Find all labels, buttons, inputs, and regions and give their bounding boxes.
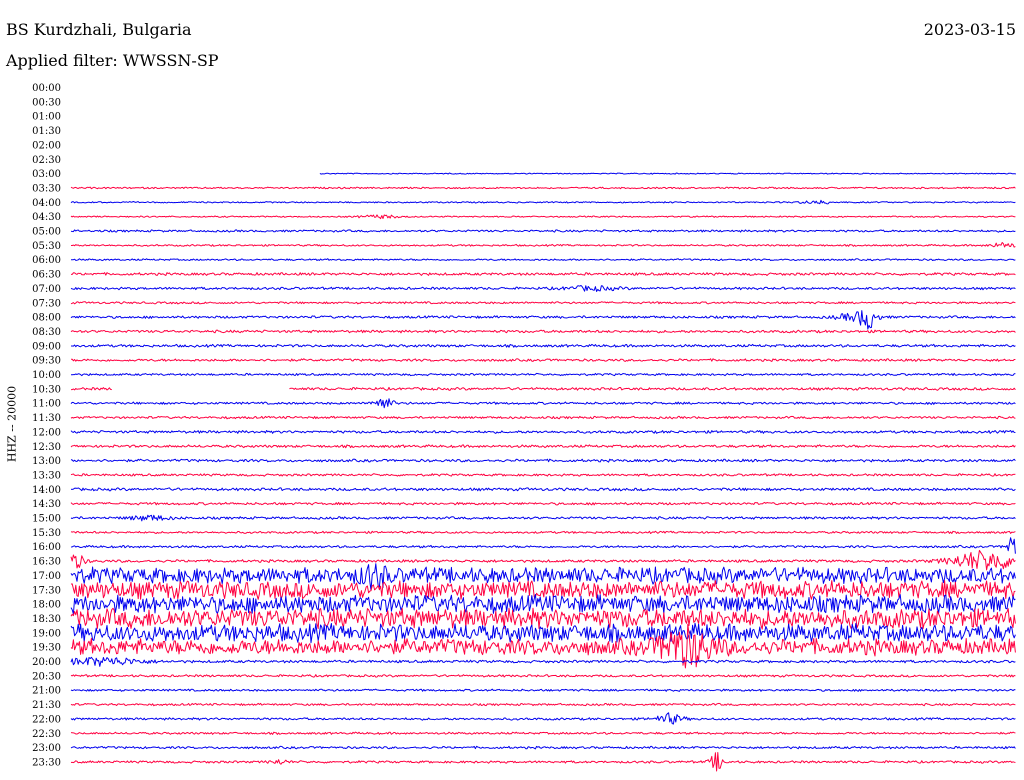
trace-0700 xyxy=(70,285,1016,292)
time-tick-1430: 14:30 xyxy=(32,499,61,510)
time-tick-2200: 22:00 xyxy=(32,714,61,725)
trace-0530 xyxy=(71,242,1016,248)
time-tick-1030: 10:30 xyxy=(32,384,61,395)
trace-0330 xyxy=(70,186,1016,190)
trace-2030 xyxy=(70,674,1016,678)
time-tick-0500: 05:00 xyxy=(32,227,61,238)
trace-2130 xyxy=(70,702,1016,707)
trace-1900 xyxy=(70,622,1016,644)
time-tick-2000: 20:00 xyxy=(32,657,61,668)
trace-1630 xyxy=(70,549,1016,571)
time-tick-1530: 15:30 xyxy=(32,528,61,539)
time-tick-1400: 14:00 xyxy=(32,485,61,496)
time-tick-0330: 03:30 xyxy=(32,183,61,194)
time-tick-2030: 20:30 xyxy=(32,671,61,682)
time-tick-0630: 06:30 xyxy=(32,270,61,281)
trace-1130 xyxy=(70,415,1016,420)
time-tick-0130: 01:30 xyxy=(32,126,61,137)
time-tick-2230: 22:30 xyxy=(32,729,61,740)
time-tick-0800: 08:00 xyxy=(32,313,61,324)
trace-2300 xyxy=(70,745,1016,750)
trace-2200 xyxy=(70,712,1016,725)
time-tick-1800: 18:00 xyxy=(32,600,61,611)
time-tick-0200: 02:00 xyxy=(32,140,61,151)
trace-0730 xyxy=(70,301,1016,305)
time-tick-0600: 06:00 xyxy=(32,255,61,266)
time-tick-1900: 19:00 xyxy=(32,628,61,639)
trace-1400 xyxy=(70,487,1016,492)
trace-0600 xyxy=(71,258,1016,262)
seismic-traces xyxy=(70,172,1017,772)
trace-2100 xyxy=(70,688,1016,692)
time-tick-2130: 21:30 xyxy=(32,700,61,711)
time-tick-0830: 08:30 xyxy=(32,327,61,338)
trace-2000 xyxy=(70,656,1016,667)
time-tick-1600: 16:00 xyxy=(32,542,61,553)
trace-0400 xyxy=(70,199,1016,205)
trace-1730 xyxy=(70,580,1016,600)
trace-1200 xyxy=(70,430,1016,434)
trace-0430 xyxy=(70,214,1016,220)
time-tick-2100: 21:00 xyxy=(32,686,61,697)
time-tick-2330: 23:30 xyxy=(32,757,61,768)
time-tick-0300: 03:00 xyxy=(32,169,61,180)
trace-1030 xyxy=(71,386,1016,391)
time-tick-1230: 12:30 xyxy=(32,442,61,453)
trace-0300 xyxy=(319,172,1017,175)
time-tick-0100: 01:00 xyxy=(32,112,61,123)
time-tick-1000: 10:00 xyxy=(32,370,61,381)
time-tick-1730: 17:30 xyxy=(32,585,61,596)
trace-1800 xyxy=(70,594,1016,615)
time-tick-0530: 05:30 xyxy=(32,241,61,252)
trace-1300 xyxy=(70,458,1016,463)
trace-1600 xyxy=(70,537,1016,554)
trace-0800 xyxy=(70,310,1016,330)
trace-1330 xyxy=(70,473,1016,477)
time-tick-0430: 04:30 xyxy=(32,212,61,223)
time-tick-1830: 18:30 xyxy=(32,614,61,625)
time-tick-0930: 09:30 xyxy=(32,356,61,367)
trace-2330 xyxy=(70,752,1016,772)
trace-1430 xyxy=(70,501,1016,506)
time-tick-1200: 12:00 xyxy=(32,427,61,438)
time-tick-2300: 23:00 xyxy=(32,743,61,754)
trace-1230 xyxy=(70,444,1016,449)
time-tick-0900: 09:00 xyxy=(32,341,61,352)
trace-0930 xyxy=(71,358,1016,362)
time-tick-0400: 04:00 xyxy=(32,198,61,209)
time-tick-1630: 16:30 xyxy=(32,557,61,568)
trace-0500 xyxy=(70,229,1016,233)
time-tick-labels: 00:00 00:30 01:00 01:30 02:00 02:30 03:00 03:30… xyxy=(32,83,61,768)
time-tick-1330: 13:30 xyxy=(32,470,61,481)
time-tick-1100: 11:00 xyxy=(32,399,61,410)
time-tick-0030: 00:30 xyxy=(32,97,61,108)
trace-1830 xyxy=(70,607,1016,630)
trace-2230 xyxy=(70,731,1016,735)
helicorder-plot: 00:00 00:30 01:00 01:30 02:00 02:30 03:00 03:30… xyxy=(32,83,1017,772)
trace-0830 xyxy=(70,329,1016,334)
trace-1700 xyxy=(70,563,1016,591)
time-tick-0230: 02:30 xyxy=(32,155,61,166)
time-tick-0000: 00:00 xyxy=(32,83,61,94)
time-tick-1700: 17:00 xyxy=(32,571,61,582)
time-tick-1130: 11:30 xyxy=(32,413,61,424)
trace-0630 xyxy=(71,272,1016,276)
time-tick-0700: 07:00 xyxy=(32,284,61,295)
time-tick-1300: 13:00 xyxy=(32,456,61,467)
time-tick-1930: 19:30 xyxy=(32,643,61,654)
trace-1530 xyxy=(70,530,1016,534)
trace-1000 xyxy=(71,372,1016,377)
trace-1100 xyxy=(70,398,1016,409)
trace-1500 xyxy=(70,514,1016,522)
trace-0900 xyxy=(71,343,1016,348)
time-tick-0730: 07:30 xyxy=(32,298,61,309)
time-tick-1500: 15:00 xyxy=(32,514,61,525)
